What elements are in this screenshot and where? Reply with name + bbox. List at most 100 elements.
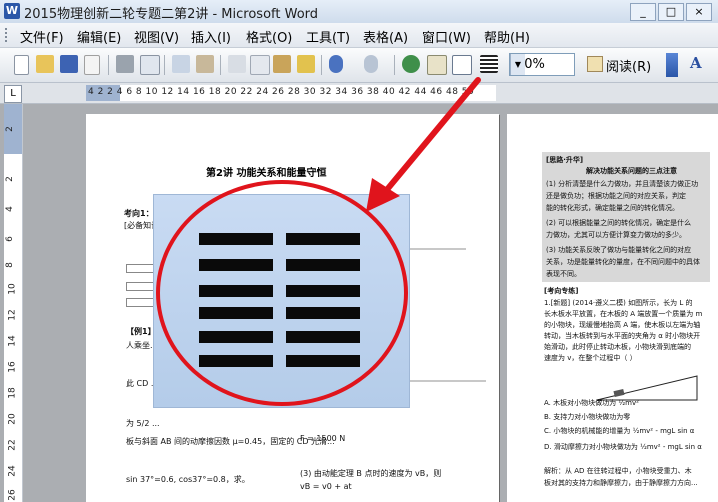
copy-icon[interactable]	[250, 55, 270, 75]
chevron-down-icon[interactable]: ▼	[510, 54, 525, 75]
section-label: 考向1：	[124, 209, 154, 218]
vruler-number: 8	[4, 262, 15, 268]
spelling-icon[interactable]	[172, 55, 190, 73]
title-bar: W 2015物理创新二轮专题二第2讲 - Microsoft Word _ □ …	[0, 0, 718, 24]
text-line: sin 37°=0.6, cos37°=0.8，求。	[126, 475, 250, 484]
text-line-placeholder	[406, 248, 466, 250]
menu-help[interactable]: 帮助(H)	[484, 27, 530, 46]
question-line: 速度为 v，在整个过程中（ ）	[544, 354, 637, 362]
document-page-2[interactable]: [思路·升华] 解决功能关系问题的三点注意 (1) 分析清楚是什么力做功，并且清…	[507, 114, 718, 502]
paste-icon[interactable]	[273, 55, 291, 73]
question-line: 长木板水平放置，在木板的 A 端放置一个质量为 m	[544, 310, 703, 318]
vruler-number: 26	[7, 489, 18, 501]
answer-line: 解析：从 AD 在往转过程中，小物块受重力、木	[544, 467, 692, 475]
box-line: (2) 可以根据能量之间的转化情况，确定是什么	[546, 219, 692, 227]
close-button[interactable]: ×	[686, 3, 712, 21]
vruler-number: 20	[7, 413, 18, 425]
toolbar-separator	[220, 55, 221, 75]
text-line-placeholder	[406, 380, 486, 382]
insert-table-icon[interactable]	[452, 55, 472, 75]
toolbar-options-chevron-icon[interactable]	[666, 53, 678, 77]
open-icon[interactable]	[36, 55, 54, 73]
hyperlink-icon[interactable]	[402, 55, 420, 73]
vruler-number: 22	[7, 439, 18, 451]
question-line: 1.[新题] (2014·遵义二模) 如图所示，长为 L 的	[544, 299, 693, 307]
box-line: (1) 分析清楚是什么力做功，并且清楚该力做正功	[546, 180, 699, 188]
maximize-button[interactable]: □	[658, 3, 684, 21]
vruler-number: 16	[7, 361, 18, 373]
ruler-ticks: 4 2 2 4 6 8 10 12 14 16 18 20 22 24 26 2…	[88, 87, 475, 97]
summary-box: [思路·升华] 解决功能关系问题的三点注意 (1) 分析清楚是什么力做功，并且清…	[542, 152, 710, 282]
vruler-number: 12	[7, 309, 18, 321]
box-line: 力做功，尤其可以方便计算变力做功的多少。	[546, 231, 686, 239]
vruler-number: 14	[7, 335, 18, 347]
box-line: 还是做负功；根据功能之间的对应关系，判定	[546, 192, 686, 200]
toolbar-separator	[164, 55, 165, 75]
horizontal-ruler-row: L 4 2 2 4 6 8 10 12 14 16 18 20 22 24 26…	[0, 83, 718, 104]
option-a: A. 木板对小物块做功为 ½mv²	[544, 399, 639, 407]
menu-grip-handle[interactable]	[5, 28, 10, 42]
tab-selector[interactable]: L	[4, 85, 22, 103]
read-button-label: 阅读(R)	[606, 60, 652, 75]
toolbar-separator	[321, 55, 322, 75]
text-line: (3) 由动能定理 B 点时的速度为 vB，则	[300, 469, 442, 478]
vruler-number: 18	[7, 387, 18, 399]
page-heading: 第2讲 功能关系和能量守恒	[206, 168, 327, 179]
save-icon[interactable]	[60, 55, 78, 73]
cut-icon[interactable]	[228, 55, 246, 73]
print-preview-icon[interactable]	[140, 55, 160, 75]
tables-borders-icon[interactable]	[427, 55, 447, 75]
answer-line: 板对其的支持力和静摩擦力，由于静摩擦力方向...	[544, 479, 698, 487]
window-title: 2015物理创新二轮专题二第2讲 - Microsoft Word	[24, 7, 319, 22]
annotation-circle	[156, 180, 408, 406]
option-b: B. 支持力对小物块做功为零	[544, 413, 631, 421]
example-label: 【例1】	[126, 327, 156, 336]
option-d: D. 滑动摩擦力对小物块做功为 ½mv² - mgL sin α	[544, 443, 702, 451]
word-app-icon[interactable]: W	[4, 3, 20, 19]
standard-toolbar: 50% ▼ 阅读(R) A	[0, 48, 718, 83]
box-subtitle: 解决功能关系问题的三点注意	[586, 167, 677, 175]
toolbar-separator	[394, 55, 395, 75]
window-controls: _ □ ×	[630, 3, 712, 21]
permission-icon[interactable]	[84, 55, 100, 75]
formula-line: vB = v0 + at	[300, 482, 352, 491]
research-icon[interactable]	[196, 55, 214, 73]
menu-format[interactable]: 格式(O)	[246, 27, 292, 46]
box-line: (3) 功能关系反映了做功与能量转化之间的对应	[546, 246, 692, 254]
new-icon[interactable]	[14, 55, 29, 75]
menu-insert[interactable]: 插入(I)	[191, 27, 231, 46]
vruler-number: 4	[4, 206, 15, 212]
formula-line: F = 1500 N	[300, 434, 346, 443]
redo-icon[interactable]	[364, 55, 378, 73]
minimize-button[interactable]: _	[630, 3, 656, 21]
box-line: 表现不同。	[546, 270, 581, 278]
menu-table[interactable]: 表格(A)	[363, 27, 408, 46]
vruler-number: 24	[7, 465, 18, 477]
section-label: [考向专练]	[544, 287, 579, 295]
vertical-ruler[interactable]: 2 2 4 6 8 10 12 14 16 18 20 22 24 26	[4, 104, 23, 502]
read-icon	[587, 56, 603, 72]
zoom-select[interactable]: 50% ▼	[509, 53, 575, 76]
menu-edit[interactable]: 编辑(E)	[77, 27, 121, 46]
box-line: 关系，功是能量转化的量度，在不同问题中的具体	[546, 258, 700, 266]
menu-window[interactable]: 窗口(W)	[422, 27, 471, 46]
menu-file[interactable]: 文件(F)	[20, 27, 64, 46]
columns-icon[interactable]	[480, 55, 498, 73]
read-button[interactable]: 阅读(R)	[583, 53, 661, 75]
undo-icon[interactable]	[329, 55, 343, 73]
styles-formatting-icon[interactable]: A	[690, 54, 710, 74]
vruler-number: 2	[4, 126, 15, 132]
vruler-number: 10	[7, 283, 18, 295]
print-icon[interactable]	[116, 55, 134, 73]
menu-view[interactable]: 视图(V)	[134, 27, 179, 46]
question-line: 转动，当木板转到与水平面的夹角为 α 时小物块开	[544, 332, 701, 340]
vruler-number: 6	[4, 236, 15, 242]
menu-bar: 文件(F) 编辑(E) 视图(V) 插入(I) 格式(O) 工具(T) 表格(A…	[0, 23, 718, 48]
toolbar-separator	[108, 55, 109, 75]
format-painter-icon[interactable]	[297, 55, 315, 73]
question-line: 的小物块，现缓慢地抬高 A 端，使木板以左端为轴	[544, 321, 701, 329]
text-line: 为 5/2 ...	[126, 419, 160, 428]
box-title: [思路·升华]	[546, 156, 584, 164]
horizontal-ruler[interactable]: 4 2 2 4 6 8 10 12 14 16 18 20 22 24 26 2…	[86, 85, 496, 101]
menu-tools[interactable]: 工具(T)	[306, 27, 350, 46]
